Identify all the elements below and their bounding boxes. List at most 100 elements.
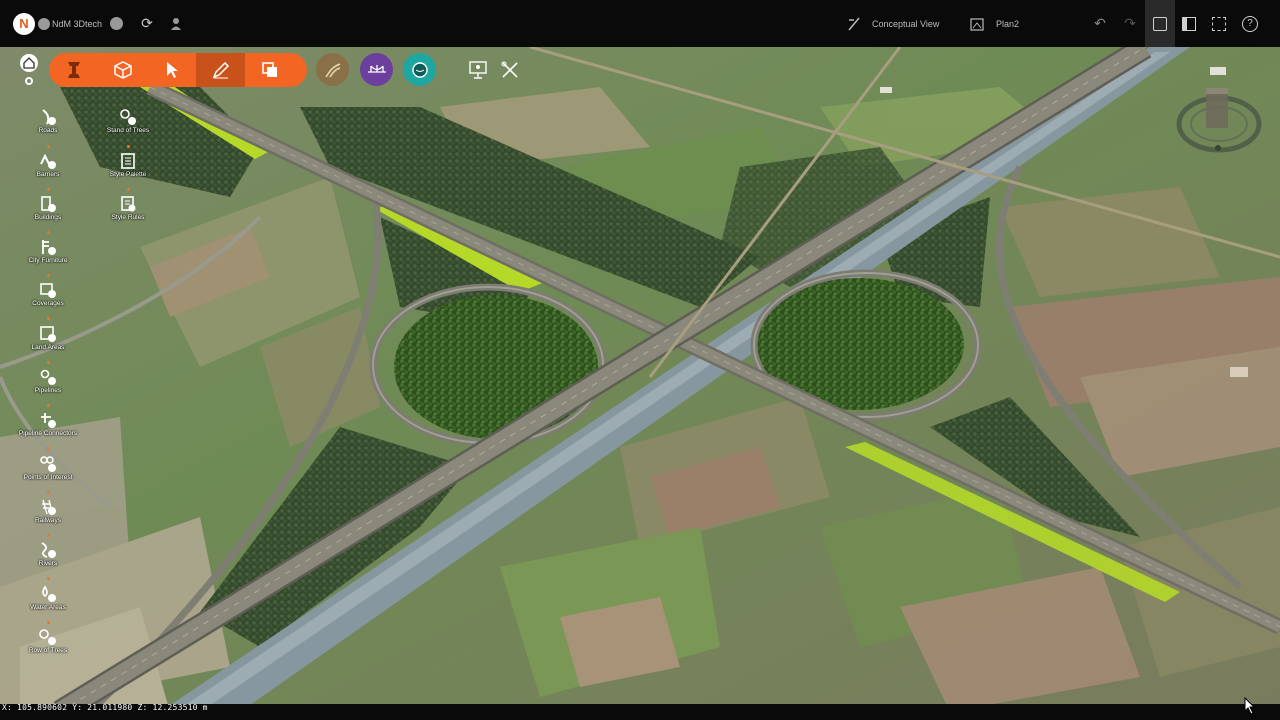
plan-label: Plan2 <box>996 18 1020 29</box>
style-rules-icon <box>119 195 137 213</box>
sidebar-item-pipeline-connectors[interactable]: Pipeline Connectors <box>8 411 88 437</box>
connector-dot <box>47 145 50 148</box>
plan-icon <box>970 17 984 31</box>
screenshot-button[interactable] <box>1145 0 1175 47</box>
sidebar-item-stand-of-trees[interactable]: Stand of Trees <box>88 108 168 134</box>
connector-dot <box>47 188 50 191</box>
points-of-interest-icon <box>39 455 57 473</box>
undo-icon: ↶ <box>1094 15 1106 31</box>
roads-icon <box>39 108 57 126</box>
sidebar-label: Style Rules <box>111 214 145 221</box>
sidebar-label: Railways <box>34 517 61 524</box>
fullscreen-icon <box>1212 16 1226 31</box>
connector-dot <box>47 447 50 450</box>
stand-of-trees-icon <box>119 108 137 126</box>
connector-dot <box>47 361 50 364</box>
app-menu[interactable]: N <box>13 0 50 47</box>
tools-button[interactable] <box>500 60 520 80</box>
top-bar: N NdM 3Dtech ⟳ Conceptual View Plan2 ↶ ↷… <box>0 0 1280 47</box>
road-tool-icon <box>67 62 80 78</box>
undo-button[interactable]: ↶ <box>1092 0 1108 47</box>
terrain-tool-icon <box>324 62 340 77</box>
presentation-button[interactable] <box>468 60 488 80</box>
connector-dot <box>47 534 50 537</box>
bridge-tool-button[interactable] <box>360 53 393 86</box>
sidebar-label: City Furniture <box>28 257 68 264</box>
sidebar-item-water-areas[interactable]: Water Areas <box>8 585 88 611</box>
project-name: NdM 3Dtech <box>52 18 103 29</box>
terrain-tool-button[interactable] <box>316 53 349 86</box>
style-palette-icon <box>119 152 137 170</box>
connector-dot <box>47 274 50 277</box>
sidebar-label: Pipelines <box>34 387 62 394</box>
sidebar-item-pipelines[interactable]: Pipelines <box>8 368 88 394</box>
sidebar-item-row-of-trees[interactable]: Row of Trees <box>8 628 88 654</box>
barriers-icon <box>39 152 57 170</box>
select-tool-icon <box>166 62 178 78</box>
navigation-compass[interactable] <box>1176 84 1262 154</box>
terrain-scene <box>0 47 1280 712</box>
menu-icon[interactable] <box>38 17 50 30</box>
draw-tool-button[interactable] <box>196 53 245 87</box>
sidebar-label: Pipeline Connectors <box>18 430 78 437</box>
coverages-icon <box>39 281 57 299</box>
panel-icon <box>1182 16 1196 31</box>
sidebar-item-buildings[interactable]: Buildings <box>8 195 88 221</box>
sync-button[interactable]: ⟳ <box>139 0 155 47</box>
cube-tool-button[interactable] <box>98 53 147 87</box>
buildings-icon <box>39 195 57 213</box>
connector-dot <box>47 491 50 494</box>
layers-tool-icon <box>261 62 277 77</box>
connector-dot <box>47 231 50 234</box>
connector-dot <box>47 404 50 407</box>
cube-tool-icon <box>113 61 132 79</box>
sidebar-item-barriers[interactable]: Barriers <box>8 152 88 178</box>
home-button[interactable] <box>20 54 38 72</box>
sidebar-item-points-of-interest[interactable]: Points of Interest <box>8 455 88 481</box>
screenshot-icon <box>1153 16 1167 31</box>
settings-button[interactable] <box>25 77 33 85</box>
sidebar-item-rivers[interactable]: Rivers <box>8 541 88 567</box>
sidebar-label: Buildings <box>34 214 62 221</box>
panel-button[interactable] <box>1182 0 1196 47</box>
sidebar-label: Stand of Trees <box>106 127 150 134</box>
water-tool-button[interactable] <box>403 53 436 86</box>
sidebar-item-coverages[interactable]: Coverages <box>8 281 88 307</box>
sidebar-label: Coverages <box>32 300 64 307</box>
sync-icon: ⟳ <box>141 15 153 31</box>
railways-icon <box>39 498 57 516</box>
sidebar-item-railways[interactable]: Railways <box>8 498 88 524</box>
app-logo-icon: N <box>13 12 35 35</box>
sidebar-item-city-furniture[interactable]: City Furniture <box>8 238 88 264</box>
sidebar-item-style-rules[interactable]: Style Rules <box>88 195 168 221</box>
redo-icon: ↷ <box>1124 15 1136 31</box>
help-button[interactable]: ? <box>1242 0 1258 47</box>
rivers-icon <box>39 541 57 559</box>
3d-viewport[interactable] <box>0 47 1280 712</box>
view-mode-button[interactable]: Conceptual View <box>846 0 939 47</box>
status-button[interactable] <box>110 0 123 47</box>
tools-icon <box>501 61 518 78</box>
water-areas-icon <box>39 585 57 603</box>
row-of-trees-icon <box>39 628 57 646</box>
layers-tool-button[interactable] <box>245 53 294 87</box>
select-tool-button[interactable] <box>147 53 196 87</box>
sidebar-item-style-palette[interactable]: Style Palette <box>88 152 168 178</box>
sidebar-item-land-areas[interactable]: Land Areas <box>8 325 88 351</box>
coordinates-readout: X: 105.890602 Y: 21.011980 Z: 12.253510 … <box>2 703 208 712</box>
help-icon: ? <box>1242 15 1258 32</box>
road-tool-button[interactable] <box>49 53 98 87</box>
view-mode-label: Conceptual View <box>872 18 940 29</box>
sidebar-label: Row of Trees <box>28 647 68 654</box>
connector-dot <box>47 577 50 580</box>
redo-button[interactable]: ↷ <box>1122 0 1138 47</box>
sidebar-item-roads[interactable]: Roads <box>8 108 88 134</box>
user-button[interactable] <box>169 0 184 47</box>
main-toolbar <box>49 53 307 87</box>
city-furniture-icon <box>39 238 57 256</box>
sidebar-label: Points of Interest <box>23 474 73 481</box>
connector-dot <box>127 145 130 148</box>
connector-dot <box>127 188 130 191</box>
plan-button[interactable]: Plan2 <box>969 0 1019 47</box>
fullscreen-button[interactable] <box>1212 0 1226 47</box>
